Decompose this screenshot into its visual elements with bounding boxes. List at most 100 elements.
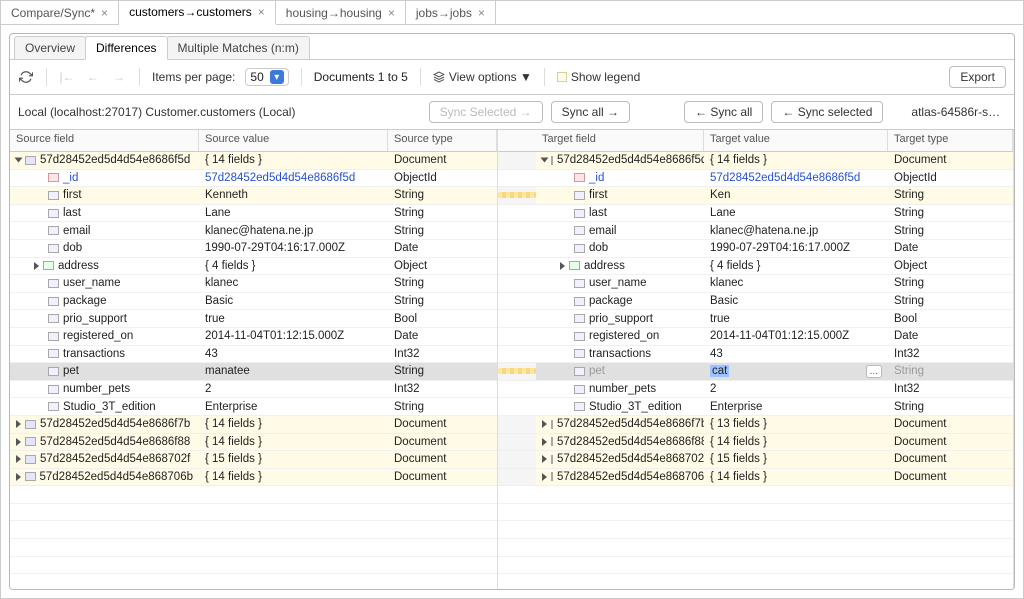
page-first-icon[interactable]: |← [59,69,75,85]
expand-icon[interactable] [16,438,21,446]
target-grid: Target field Target value Target type 57… [536,130,1014,589]
close-icon[interactable]: × [388,6,395,20]
items-per-page-label: Items per page: [152,70,235,84]
source-row[interactable]: dob1990-07-29T04:16:17.000ZDate [10,240,497,258]
col-source-field[interactable]: Source field [10,130,199,151]
field-name: user_name [63,277,121,289]
subtab[interactable]: Multiple Matches (n:m) [167,36,310,59]
target-row[interactable]: prio_supporttrueBool [536,310,1013,328]
top-tab[interactable]: customers→customers× [119,1,276,25]
col-target-value[interactable]: Target value [704,130,888,151]
target-row[interactable]: transactions43Int32 [536,346,1013,364]
source-row[interactable]: petmanateeString [10,363,497,381]
field-value: Enterprise [205,401,257,413]
close-icon[interactable]: × [478,6,485,20]
source-row[interactable]: registered_on2014-11-04T01:12:15.000ZDat… [10,328,497,346]
diff-gutter-row [498,381,536,399]
target-row[interactable]: 57d28452ed5d4d54e8686f7b{ 13 fields }Doc… [536,416,1013,434]
target-row[interactable]: _id57d28452ed5d4d54e8686f5dObjectId [536,170,1013,188]
field-type-icon [574,279,585,288]
target-row[interactable]: 57d28452ed5d4d54e8686f5d{ 14 fields }Doc… [536,152,1013,170]
source-row[interactable]: 57d28452ed5d4d54e868702f{ 15 fields }Doc… [10,451,497,469]
page-next-icon[interactable]: → [111,69,127,85]
col-target-field[interactable]: Target field [536,130,704,151]
items-per-page-select[interactable]: 50 ▾ [245,68,288,86]
source-row[interactable]: 57d28452ed5d4d54e868706b{ 14 fields }Doc… [10,469,497,487]
field-name: last [63,207,81,219]
source-row[interactable]: number_pets2Int32 [10,381,497,399]
expand-icon[interactable] [542,473,547,481]
target-row[interactable]: petcat...String [536,363,1013,381]
col-source-type[interactable]: Source type [388,130,497,151]
source-row[interactable]: transactions43Int32 [10,346,497,364]
source-row[interactable]: Studio_3T_editionEnterpriseString [10,398,497,416]
target-row[interactable]: 57d28452ed5d4d54e868706b{ 14 fields }Doc… [536,469,1013,487]
source-row[interactable]: address{ 4 fields }Object [10,258,497,276]
field-type-icon [574,191,585,200]
diff-gutter-row [498,310,536,328]
source-row[interactable]: emailklanec@hatena.ne.jpString [10,222,497,240]
target-row[interactable]: packageBasicString [536,293,1013,311]
source-row[interactable]: _id57d28452ed5d4d54e8686f5dObjectId [10,170,497,188]
diff-gutter-row [498,469,536,487]
expand-icon[interactable] [16,455,21,463]
diff-gutter-row [498,258,536,276]
source-row[interactable]: lastLaneString [10,205,497,223]
field-value: 1990-07-29T04:16:17.000Z [205,242,345,254]
subtab[interactable]: Overview [14,36,86,59]
expand-icon[interactable] [34,262,39,270]
sync-selected-right-button[interactable]: Sync Selected → [429,101,543,123]
refresh-icon[interactable] [18,69,34,85]
close-icon[interactable]: × [258,5,265,19]
expand-icon[interactable] [542,438,547,446]
source-row[interactable]: 57d28452ed5d4d54e8686f88{ 14 fields }Doc… [10,434,497,452]
target-row[interactable]: number_pets2Int32 [536,381,1013,399]
source-row[interactable]: firstKennethString [10,187,497,205]
field-value-editing[interactable]: cat [710,365,729,377]
expand-icon[interactable] [560,262,565,270]
target-row[interactable]: 57d28452ed5d4d54e868702f{ 15 fields }Doc… [536,451,1013,469]
target-row[interactable]: firstKenString [536,187,1013,205]
field-value: klanec [205,277,238,289]
sync-all-right-button[interactable]: Sync all → [551,101,630,123]
view-options-button[interactable]: View options ▼ [433,70,532,84]
target-row[interactable]: address{ 4 fields }Object [536,258,1013,276]
page-prev-icon[interactable]: ← [85,69,101,85]
source-row[interactable]: packageBasicString [10,293,497,311]
expand-icon[interactable] [541,158,549,163]
export-button[interactable]: Export [949,66,1006,88]
top-tab[interactable]: housing→housing× [276,1,406,24]
target-row[interactable]: dob1990-07-29T04:16:17.000ZDate [536,240,1013,258]
target-row[interactable]: lastLaneString [536,205,1013,223]
diff-gutter-row [498,275,536,293]
col-source-value[interactable]: Source value [199,130,388,151]
close-icon[interactable]: × [101,6,108,20]
target-row[interactable]: user_nameklanecString [536,275,1013,293]
target-row[interactable]: registered_on2014-11-04T01:12:15.000ZDat… [536,328,1013,346]
target-row[interactable]: 57d28452ed5d4d54e8686f88{ 14 fields }Doc… [536,434,1013,452]
expand-icon[interactable] [15,158,23,163]
expand-icon[interactable] [542,420,547,428]
field-value: klanec@hatena.ne.jp [205,225,313,237]
source-row[interactable]: 57d28452ed5d4d54e8686f7b{ 14 fields }Doc… [10,416,497,434]
expand-icon[interactable] [16,473,21,481]
sync-selected-left-button[interactable]: ← Sync selected [771,101,883,123]
target-row[interactable]: Studio_3T_editionEnterpriseString [536,398,1013,416]
expand-icon[interactable] [542,455,547,463]
field-type-icon [48,226,59,235]
col-target-type[interactable]: Target type [888,130,1013,151]
source-row[interactable]: prio_supporttrueBool [10,310,497,328]
source-row[interactable]: 57d28452ed5d4d54e8686f5d{ 14 fields }Doc… [10,152,497,170]
sync-all-left-button[interactable]: ← Sync all [684,101,763,123]
field-type-icon [48,385,59,394]
tab-label: jobs→jobs [416,6,472,20]
field-type-icon [574,402,585,411]
expand-icon[interactable] [16,420,21,428]
more-icon[interactable]: ... [866,365,882,378]
subtab[interactable]: Differences [85,36,167,60]
top-tab[interactable]: jobs→jobs × [406,1,496,24]
source-row[interactable]: user_nameklanecString [10,275,497,293]
show-legend-button[interactable]: Show legend [557,70,640,84]
top-tab[interactable]: Compare/Sync*× [1,1,119,24]
target-row[interactable]: emailklanec@hatena.ne.jpString [536,222,1013,240]
